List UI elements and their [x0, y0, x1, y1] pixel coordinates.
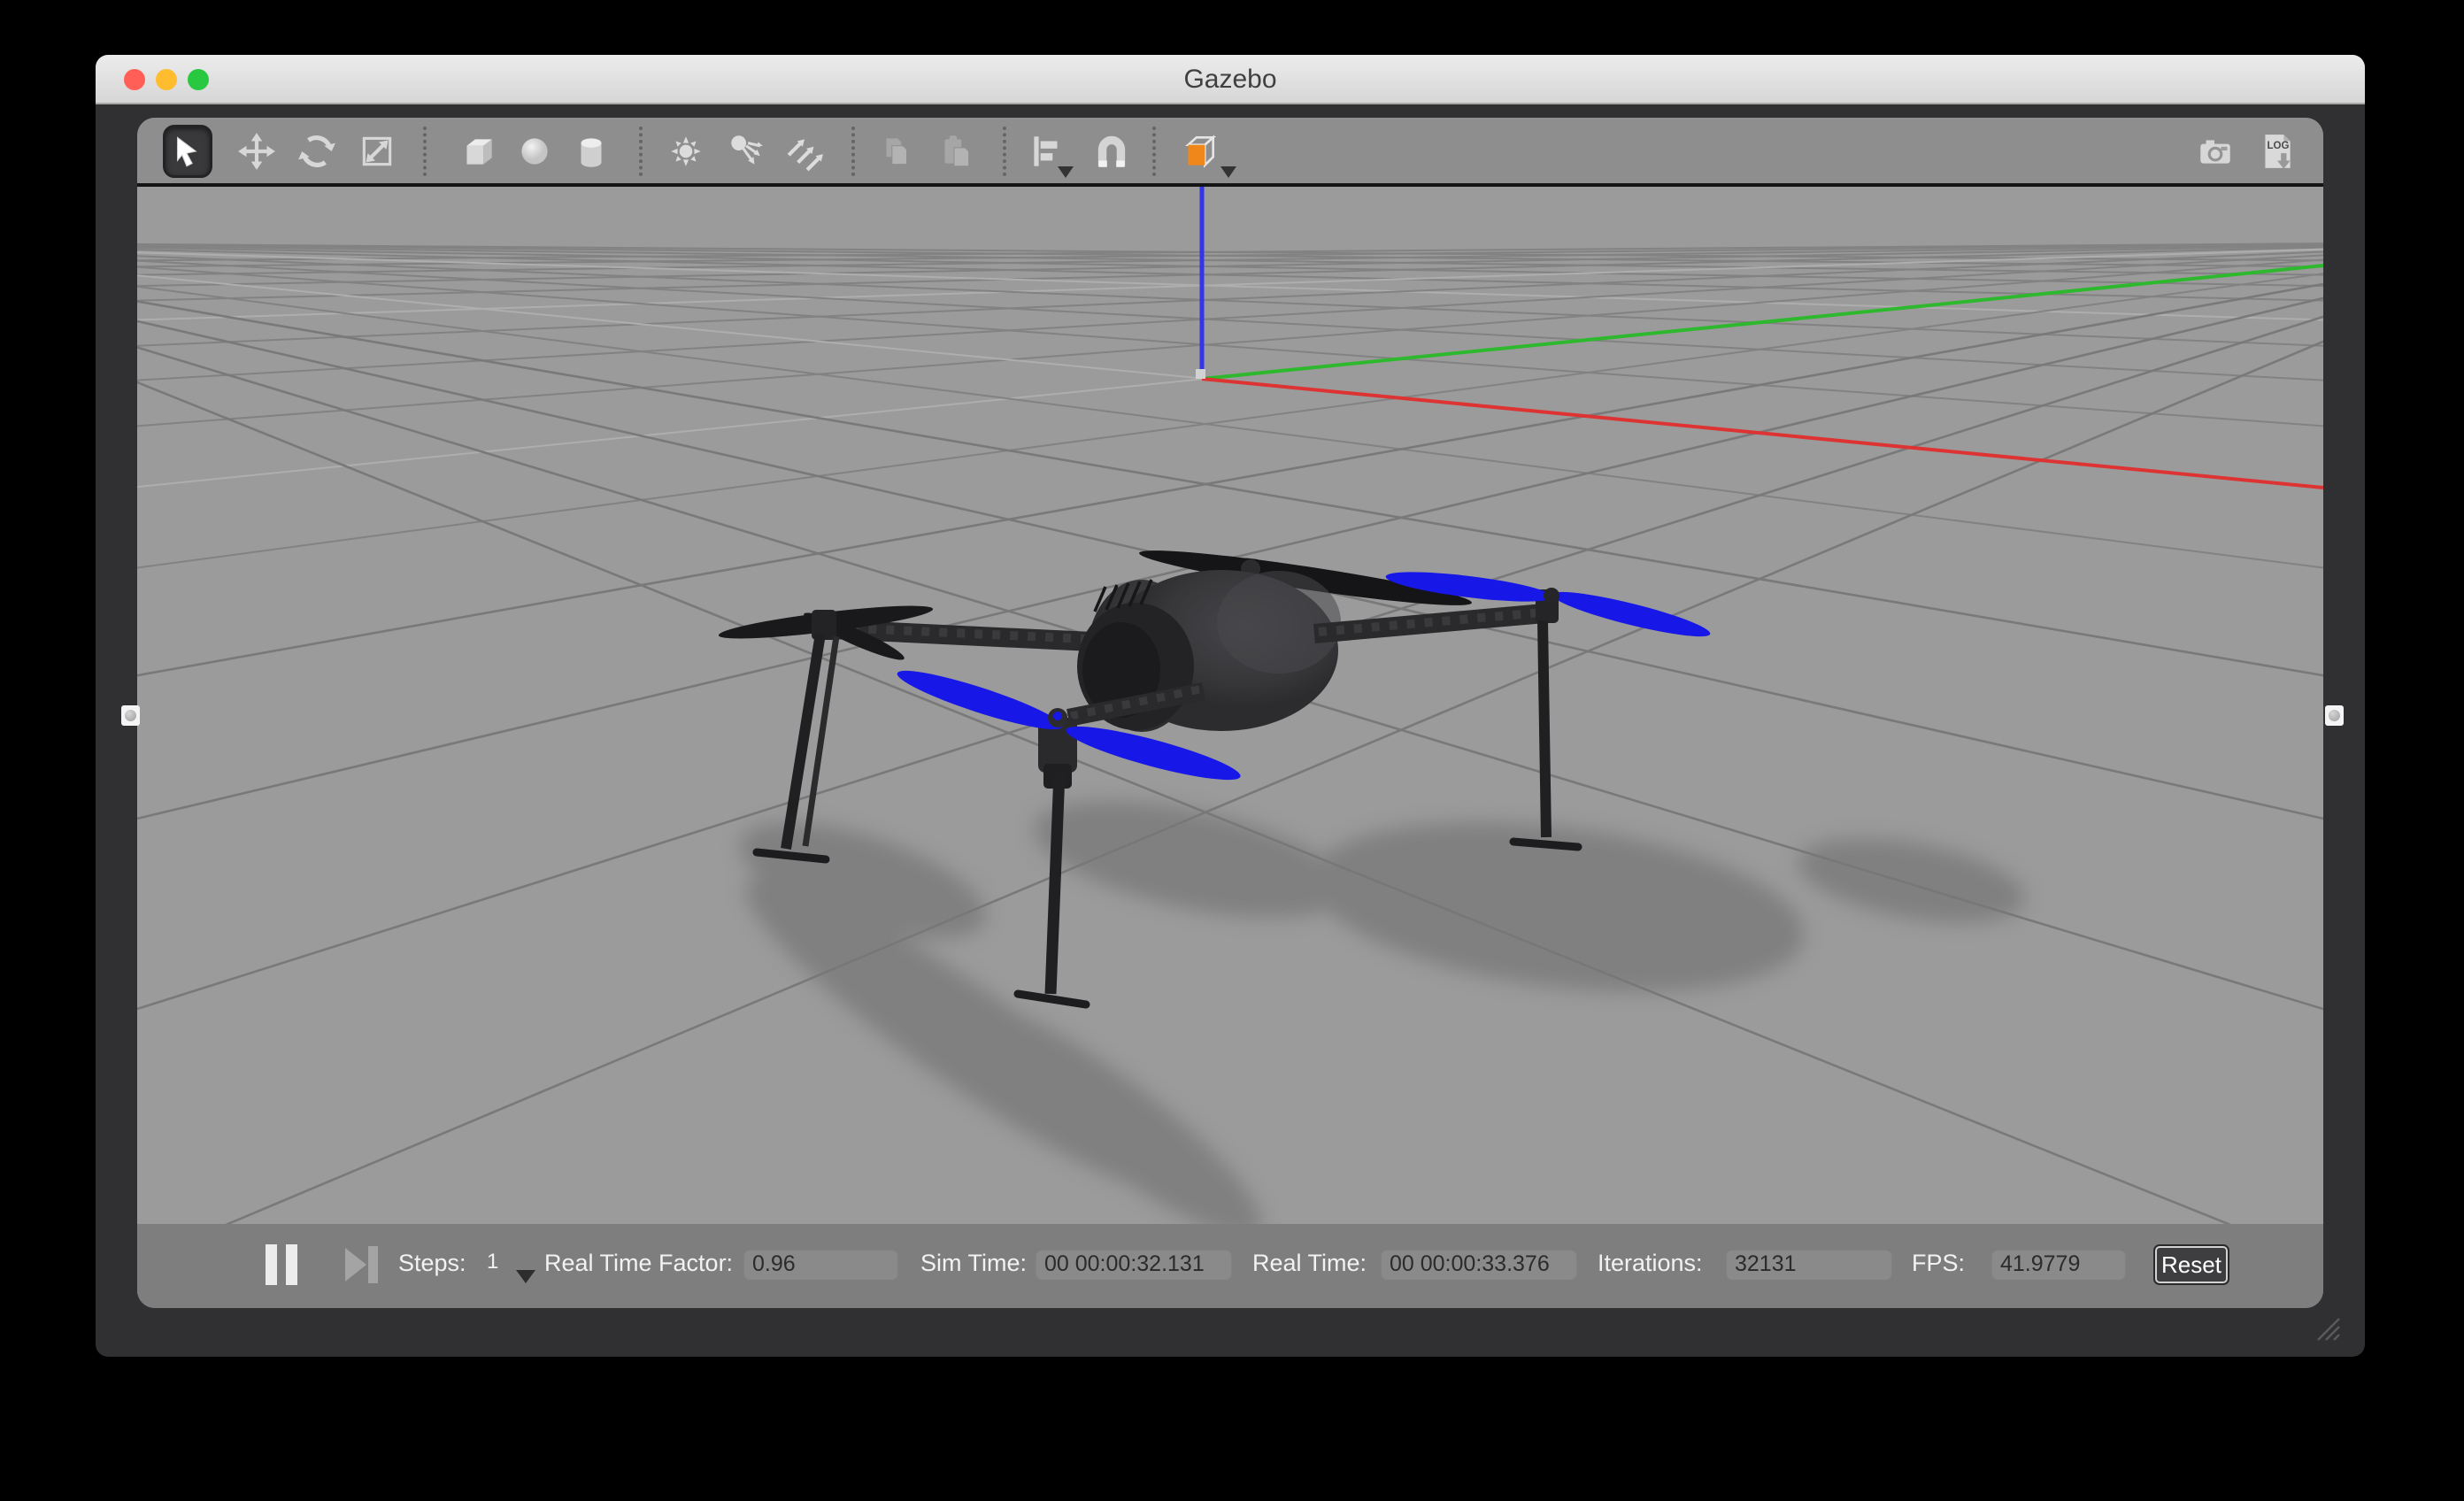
- steps-dropdown-arrow[interactable]: [516, 1270, 535, 1283]
- leg-right: [1543, 620, 1546, 837]
- box-tool-button[interactable]: [453, 125, 503, 178]
- sim-time-label: Sim Time:: [920, 1250, 1027, 1277]
- scale-icon: [357, 131, 397, 172]
- gazebo-window: Gazebo: [96, 55, 2365, 1357]
- view-cube-icon: [1179, 131, 1220, 172]
- cursor-icon: [167, 131, 208, 172]
- pause-button[interactable]: [266, 1244, 301, 1285]
- view-angle-button[interactable]: [1174, 125, 1224, 178]
- toolbar-separator: [851, 127, 855, 176]
- log-record-button[interactable]: LOG: [2252, 125, 2302, 178]
- copy-icon: [875, 131, 916, 172]
- fps-field[interactable]: 41.9779: [1991, 1249, 2126, 1280]
- hub-front-cap: [1053, 712, 1062, 720]
- directional-light-button[interactable]: [781, 125, 830, 178]
- directional-light-icon: [785, 131, 826, 172]
- title-bar[interactable]: Gazebo: [96, 55, 2365, 104]
- spot-light-icon: [725, 131, 766, 172]
- main-panel: LOG: [137, 118, 2323, 1308]
- move-icon: [236, 131, 277, 172]
- steps-value[interactable]: 1: [487, 1250, 498, 1274]
- toolbar-separator: [639, 127, 643, 176]
- rotate-tool-button[interactable]: [292, 125, 342, 178]
- foot-right: [1513, 842, 1578, 847]
- left-panel-splitter-handle[interactable]: [121, 705, 140, 726]
- snap-button[interactable]: [1087, 125, 1136, 178]
- screenshot-button[interactable]: [2191, 125, 2240, 178]
- paste-button[interactable]: [931, 125, 981, 178]
- cylinder-icon: [571, 131, 612, 172]
- toolbar-separator: [1152, 127, 1156, 176]
- scale-tool-button[interactable]: [352, 125, 402, 178]
- cylinder-tool-button[interactable]: [566, 125, 616, 178]
- svg-text:LOG: LOG: [2268, 141, 2290, 151]
- sphere-tool-button[interactable]: [510, 125, 559, 178]
- simulation-status-bar: Steps: 1 Real Time Factor: 0.96 Sim Time…: [137, 1224, 2323, 1308]
- rtf-label: Real Time Factor:: [544, 1250, 733, 1277]
- render-viewport[interactable]: [137, 187, 2323, 1224]
- paste-icon: [936, 131, 976, 172]
- real-time-label: Real Time:: [1252, 1250, 1367, 1277]
- box-icon: [458, 131, 498, 172]
- point-light-icon: [666, 131, 706, 172]
- reset-button[interactable]: Reset: [2155, 1246, 2228, 1283]
- iterations-label: Iterations:: [1598, 1250, 1703, 1277]
- log-icon: LOG: [2257, 131, 2298, 172]
- point-light-button[interactable]: [661, 125, 711, 178]
- iterations-field[interactable]: 32131: [1726, 1249, 1892, 1280]
- toolbar-separator: [1003, 127, 1006, 176]
- translate-tool-button[interactable]: [232, 125, 281, 178]
- align-dropdown-arrow[interactable]: [1058, 166, 1074, 178]
- select-tool-button[interactable]: [163, 125, 212, 178]
- step-button[interactable]: [345, 1246, 381, 1283]
- toolbar-separator: [423, 127, 427, 176]
- window-title: Gazebo: [96, 55, 2365, 104]
- real-time-field[interactable]: 00 00:00:33.376: [1381, 1249, 1577, 1280]
- resize-grip[interactable]: [2313, 1313, 2345, 1343]
- spot-light-button[interactable]: [720, 125, 770, 178]
- steps-label: Steps:: [398, 1250, 466, 1277]
- toolbar: LOG: [137, 118, 2323, 187]
- magnet-icon: [1091, 131, 1132, 172]
- sim-time-field[interactable]: 00 00:00:32.131: [1036, 1249, 1232, 1280]
- origin-marker: [1196, 369, 1205, 379]
- copy-button[interactable]: [871, 125, 920, 178]
- view-angle-dropdown-arrow[interactable]: [1220, 166, 1236, 178]
- hub-right: [1544, 588, 1559, 604]
- camera-icon: [2195, 131, 2236, 172]
- fps-label: FPS:: [1912, 1250, 1965, 1277]
- right-panel-splitter-handle[interactable]: [2325, 705, 2344, 726]
- rotate-icon: [296, 131, 337, 172]
- sphere-icon: [514, 131, 555, 172]
- rtf-field[interactable]: 0.96: [743, 1249, 898, 1280]
